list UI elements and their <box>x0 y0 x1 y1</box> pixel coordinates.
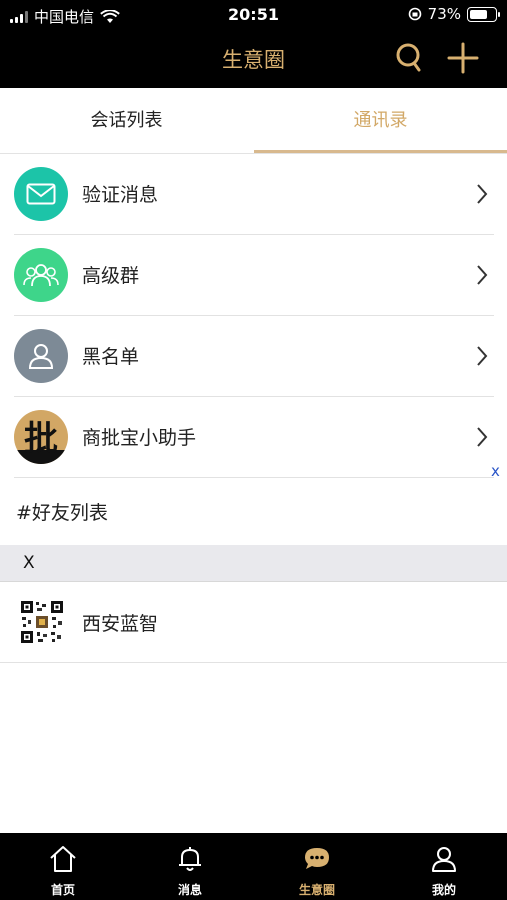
home-icon <box>50 846 76 872</box>
group-icon <box>14 248 68 302</box>
tabbar-item-messages[interactable]: 消息 <box>127 833 253 900</box>
chevron-right-icon <box>477 346 488 366</box>
avatar <box>18 598 66 646</box>
index-header: X <box>0 545 507 582</box>
tabbar-label: 我的 <box>431 883 456 897</box>
list-item-label: 黑名单 <box>82 346 140 368</box>
status-bar: 中国电信 20:51 73% <box>0 0 507 30</box>
tab-contacts[interactable]: 通讯录 <box>254 88 507 154</box>
friends-section-title: #好友列表 <box>16 502 108 524</box>
friend-name: 西安蓝智 <box>82 613 159 635</box>
logo-text: 批 <box>24 419 58 459</box>
friend-row[interactable]: 西安蓝智 <box>0 582 507 663</box>
tabbar-label: 首页 <box>50 883 75 897</box>
list-item-verify-messages[interactable]: 验证消息 <box>14 154 494 235</box>
tabbar-item-home[interactable]: 首页 <box>0 833 126 900</box>
rotation-lock-icon <box>408 7 421 21</box>
chevron-right-icon <box>477 184 488 204</box>
nav-actions <box>395 42 479 74</box>
tab-indicator <box>254 150 507 153</box>
close-button[interactable]: x <box>491 462 500 480</box>
pi-logo-icon: 批 <box>14 410 68 464</box>
tab-conversations[interactable]: 会话列表 <box>0 88 253 154</box>
chevron-right-icon <box>477 265 488 285</box>
battery-icon <box>467 6 500 22</box>
tabbar-label: 消息 <box>177 883 202 897</box>
tabbar-item-business-circle[interactable]: 生意圈 <box>254 833 380 900</box>
chevron-right-icon <box>477 427 488 447</box>
plus-icon[interactable] <box>447 42 479 74</box>
index-letter: X <box>23 553 35 573</box>
search-icon[interactable] <box>395 42 425 74</box>
segment-tabs: 会话列表 通讯录 <box>0 88 507 154</box>
list-item-advanced-groups[interactable]: 高级群 <box>14 235 494 316</box>
nav-bar: 生意圈 <box>0 30 507 88</box>
contacts-menu-list: 验证消息 高级群 黑名单 批 商批宝小助手 <box>0 154 507 478</box>
bottom-tab-bar: 首页 消息 生意圈 我的 <box>0 833 507 900</box>
list-item-label: 高级群 <box>82 265 140 287</box>
tabbar-item-mine[interactable]: 我的 <box>381 833 507 900</box>
list-item-label: 验证消息 <box>82 184 159 206</box>
bell-icon <box>179 847 201 871</box>
person-icon <box>14 329 68 383</box>
user-icon <box>432 847 456 872</box>
list-item-blacklist[interactable]: 黑名单 <box>14 316 494 397</box>
tabbar-label: 生意圈 <box>298 883 335 897</box>
list-item-label: 商批宝小助手 <box>82 427 197 449</box>
status-right: 73% <box>408 5 500 23</box>
chat-bubble-icon <box>305 848 329 869</box>
battery-percent: 73% <box>427 5 461 23</box>
list-item-assistant[interactable]: 批 商批宝小助手 <box>14 397 494 478</box>
battery-fill <box>470 9 487 19</box>
envelope-icon <box>14 167 68 221</box>
